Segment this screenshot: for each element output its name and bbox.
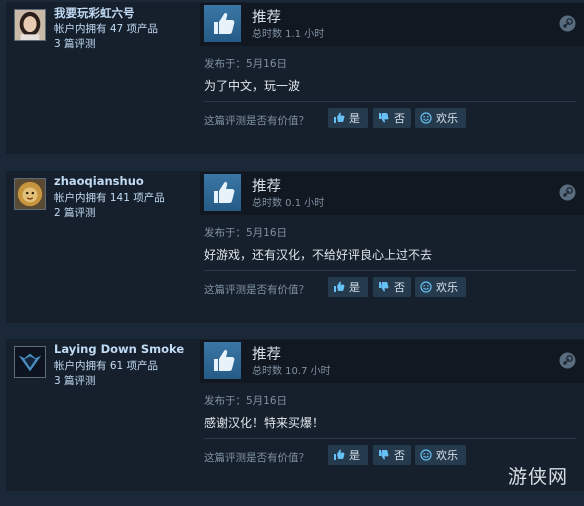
divider	[204, 270, 576, 271]
review-count[interactable]: 3 篇评测	[54, 36, 96, 51]
vote-no-button[interactable]: 否	[373, 108, 411, 128]
vote-header[interactable]: 推荐 总时数 0.1 小时	[200, 172, 584, 215]
smiley-icon	[420, 112, 432, 124]
no-label: 否	[394, 112, 405, 125]
thumbs-up-icon	[334, 281, 345, 292]
vote-yes-button[interactable]: 是	[328, 277, 368, 297]
steam-icon	[559, 352, 576, 369]
steam-icon	[559, 184, 576, 201]
persona-name[interactable]: 我要玩彩虹六号	[54, 5, 135, 21]
products-owned[interactable]: 帐户内拥有 61 项产品	[54, 358, 158, 373]
no-label: 否	[394, 281, 405, 294]
vote-no-button[interactable]: 否	[373, 445, 411, 465]
avatar[interactable]	[14, 346, 46, 378]
review-content: 为了中文，玩一波	[204, 79, 301, 93]
review-content: 感谢汉化！特来买爆！	[204, 416, 325, 430]
recommendation-title: 推荐	[252, 179, 281, 195]
vote-no-button[interactable]: 否	[373, 277, 411, 297]
review-card: Laying Down Smoke 帐户内拥有 61 项产品 3 篇评测 推荐 …	[6, 339, 584, 491]
thumbs-down-icon	[379, 282, 389, 292]
funny-label: 欢乐	[436, 112, 458, 125]
steam-icon	[559, 15, 576, 32]
posted-date: 发布于：5月16日	[204, 227, 288, 239]
vote-header[interactable]: 推荐 总时数 10.7 小时	[200, 340, 584, 383]
vote-header[interactable]: 推荐 总时数 1.1 小时	[200, 3, 584, 46]
smiley-icon	[420, 449, 432, 461]
avatar[interactable]	[14, 9, 46, 41]
lion-avatar-icon	[15, 179, 45, 209]
yes-label: 是	[349, 449, 360, 462]
helpful-question: 这篇评测是否有价值？	[204, 284, 309, 296]
smiley-icon	[420, 281, 432, 293]
posted-date: 发布于：5月16日	[204, 395, 288, 407]
thumbs-up-icon	[334, 112, 345, 123]
vote-yes-button[interactable]: 是	[328, 108, 368, 128]
vote-funny-button[interactable]: 欢乐	[415, 445, 466, 465]
products-owned[interactable]: 帐户内拥有 47 项产品	[54, 21, 158, 36]
funny-label: 欢乐	[436, 281, 458, 294]
thumbs-up-icon	[204, 5, 241, 42]
playtime-hours: 总时数 1.1 小时	[252, 29, 325, 40]
thumbs-down-icon	[379, 450, 389, 460]
thumbs-up-icon	[334, 449, 345, 460]
persona-name[interactable]: Laying Down Smoke	[54, 342, 184, 356]
thumbs-up-icon	[204, 342, 241, 379]
avatar[interactable]	[14, 178, 46, 210]
vote-funny-button[interactable]: 欢乐	[415, 108, 466, 128]
review-content: 好游戏，还有汉化，不给好评良心上过不去	[204, 248, 433, 262]
thumbs-down-icon	[379, 113, 389, 123]
yes-label: 是	[349, 112, 360, 125]
review-card: 我要玩彩虹六号 帐户内拥有 47 项产品 3 篇评测 推荐 总时数 1.1 小时…	[6, 2, 584, 154]
dark-emblem-avatar-icon	[15, 347, 45, 377]
funny-label: 欢乐	[436, 449, 458, 462]
persona-name[interactable]: zhaoqianshuo	[54, 174, 144, 188]
divider	[204, 101, 576, 102]
helpful-question: 这篇评测是否有价值？	[204, 452, 309, 464]
recommendation-title: 推荐	[252, 10, 281, 26]
thumbs-up-icon	[204, 174, 241, 211]
watermark-logo: 游侠网	[508, 466, 569, 488]
vote-yes-button[interactable]: 是	[328, 445, 368, 465]
playtime-hours: 总时数 0.1 小时	[252, 198, 325, 209]
user-photo-avatar-icon	[15, 10, 45, 40]
recommendation-title: 推荐	[252, 347, 281, 363]
posted-date: 发布于：5月16日	[204, 58, 288, 70]
review-count[interactable]: 3 篇评测	[54, 373, 96, 388]
review-card: zhaoqianshuo 帐户内拥有 141 项产品 2 篇评测 推荐 总时数 …	[6, 171, 584, 323]
no-label: 否	[394, 449, 405, 462]
divider	[204, 438, 576, 439]
playtime-hours: 总时数 10.7 小时	[252, 366, 331, 377]
review-count[interactable]: 2 篇评测	[54, 205, 96, 220]
products-owned[interactable]: 帐户内拥有 141 项产品	[54, 190, 165, 205]
helpful-question: 这篇评测是否有价值？	[204, 115, 309, 127]
yes-label: 是	[349, 281, 360, 294]
vote-funny-button[interactable]: 欢乐	[415, 277, 466, 297]
